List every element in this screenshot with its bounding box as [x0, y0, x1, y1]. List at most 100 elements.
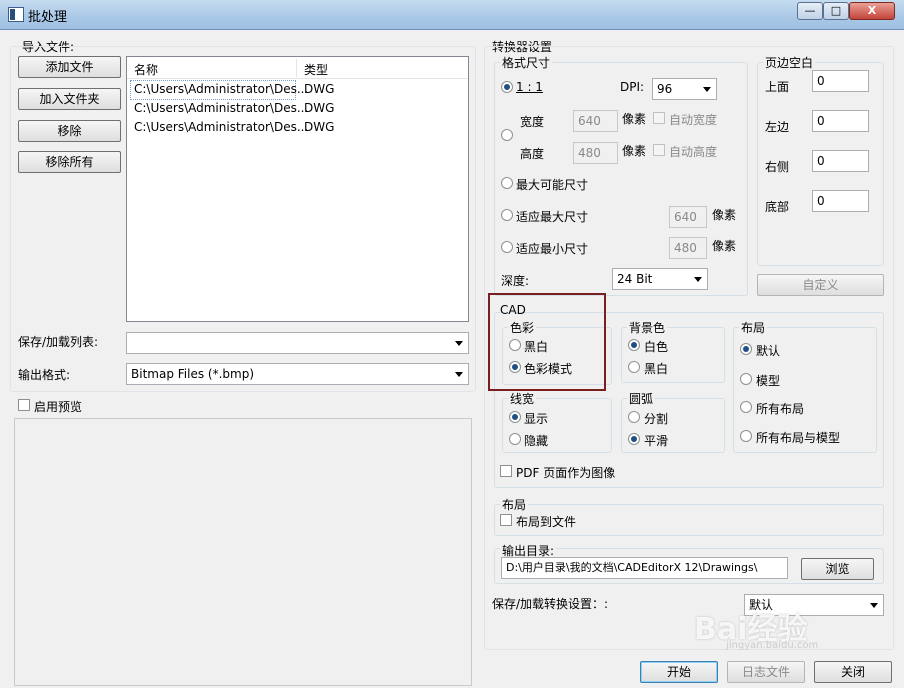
layout-default-label: 默认: [756, 344, 781, 358]
margins-label: 页边空白: [763, 54, 816, 71]
layout-all-model-label: 所有布局与模型: [756, 431, 841, 445]
chevron-down-icon: [703, 87, 711, 92]
ratio-1to1-label: 1 : 1: [516, 80, 543, 94]
start-button[interactable]: 开始: [640, 661, 718, 683]
log-file-button[interactable]: 日志文件: [727, 661, 805, 683]
margin-top-input[interactable]: 0: [812, 70, 869, 92]
remove-all-button[interactable]: 移除所有: [18, 151, 121, 173]
layout-all-label: 所有布局: [756, 402, 805, 416]
output-dir-input[interactable]: D:\用户目录\我的文档\CADEditorX 12\Drawings\: [501, 557, 788, 579]
preview-area: [14, 418, 472, 686]
max-possible-label: 最大可能尺寸: [516, 178, 589, 192]
file-name-3[interactable]: C:\Users\Administrator\Des...: [134, 120, 308, 134]
arc-smooth-label: 平滑: [644, 434, 669, 448]
bg-white-radio[interactable]: [628, 339, 640, 351]
auto-height-checkbox[interactable]: [653, 144, 665, 156]
file-type-3: DWG: [304, 120, 335, 134]
add-file-button[interactable]: 添加文件: [18, 56, 121, 78]
depth-label: 深度:: [501, 274, 530, 288]
layout-model-label: 模型: [756, 374, 781, 388]
close-button[interactable]: 关闭: [814, 661, 892, 683]
column-type[interactable]: 类型: [304, 61, 328, 78]
arc-split-radio[interactable]: [628, 411, 640, 423]
chevron-down-icon: [694, 277, 702, 282]
arc-smooth-radio[interactable]: [628, 433, 640, 445]
dpi-select[interactable]: 96: [652, 78, 717, 100]
max-possible-radio[interactable]: [501, 177, 513, 189]
width-pixel-label: 像素: [622, 112, 647, 126]
depth-select[interactable]: 24 Bit: [612, 268, 708, 290]
enable-preview-checkbox[interactable]: [18, 399, 30, 411]
bg-black-radio[interactable]: [628, 361, 640, 373]
minimize-button[interactable]: —: [797, 2, 823, 20]
file-name-2[interactable]: C:\Users\Administrator\Des...: [134, 101, 308, 115]
width-label: 宽度: [520, 115, 545, 129]
line-hide-label: 隐藏: [524, 434, 549, 448]
file-list[interactable]: 名称 类型 C:\Users\Administrator\Des... DWG …: [126, 56, 469, 322]
line-show-label: 显示: [524, 412, 549, 426]
line-show-radio[interactable]: [509, 411, 521, 423]
browse-button[interactable]: 浏览: [801, 558, 874, 580]
file-name-1[interactable]: C:\Users\Administrator\Des...: [134, 82, 308, 96]
highlight-box: [488, 293, 606, 391]
margin-right-label: 右侧: [765, 160, 790, 174]
layout-model-radio[interactable]: [740, 373, 752, 385]
fit-min-label: 适应最小尺寸: [516, 242, 589, 256]
layout-section-label: 布局: [500, 496, 529, 513]
fit-min-radio[interactable]: [501, 241, 513, 253]
arc-label: 圆弧: [627, 390, 656, 407]
add-folder-button[interactable]: 加入文件夹: [18, 88, 121, 110]
line-hide-radio[interactable]: [509, 433, 521, 445]
height-pixel-label: 像素: [622, 144, 647, 158]
ratio-1to1-radio[interactable]: [501, 81, 513, 93]
height-input[interactable]: 480: [573, 142, 618, 164]
layout-default-radio[interactable]: [740, 343, 752, 355]
save-load-list-label: 保存/加载列表:: [18, 335, 99, 349]
height-label: 高度: [520, 147, 545, 161]
fit-max-pixel-label: 像素: [712, 208, 737, 222]
column-name[interactable]: 名称: [134, 61, 158, 78]
file-list-header: 名称 类型: [127, 57, 468, 79]
auto-height-label: 自动高度: [669, 145, 718, 159]
margin-top-label: 上面: [765, 80, 790, 94]
watermark-url: jingyan.baidu.com: [726, 640, 819, 651]
margin-bottom-label: 底部: [765, 200, 790, 214]
fit-max-label: 适应最大尺寸: [516, 210, 589, 224]
margin-left-label: 左边: [765, 120, 790, 134]
output-format-select[interactable]: Bitmap Files (*.bmp): [126, 363, 469, 385]
layout-all-model-radio[interactable]: [740, 430, 752, 442]
width-input[interactable]: 640: [573, 110, 618, 132]
bg-black-label: 黑白: [644, 362, 669, 376]
line-width-label: 线宽: [508, 390, 537, 407]
margin-bottom-input[interactable]: 0: [812, 190, 869, 212]
enable-preview-label: 启用预览: [34, 400, 83, 414]
margin-right-input[interactable]: 0: [812, 150, 869, 172]
fit-min-pixel-label: 像素: [712, 239, 737, 253]
depth-value: 24 Bit: [617, 272, 653, 286]
save-load-list-select[interactable]: [126, 332, 469, 354]
auto-width-checkbox[interactable]: [653, 112, 665, 124]
auto-width-label: 自动宽度: [669, 113, 718, 127]
layout-to-file-label: 布局到文件: [516, 515, 577, 529]
output-format-label: 输出格式:: [18, 368, 71, 382]
fit-max-radio[interactable]: [501, 209, 513, 221]
layout-label: 布局: [739, 319, 768, 336]
chevron-down-icon: [455, 372, 463, 377]
pdf-as-image-checkbox[interactable]: [500, 465, 512, 477]
fit-max-input[interactable]: 640: [669, 206, 707, 228]
window-title: 批处理: [28, 10, 68, 25]
close-window-button[interactable]: X: [849, 2, 895, 20]
fit-min-input[interactable]: 480: [669, 237, 707, 259]
custom-size-radio[interactable]: [501, 129, 513, 141]
file-type-2: DWG: [304, 101, 335, 115]
chevron-down-icon: [455, 341, 463, 346]
batch-window: 批处理 — □ X 导入文件: 添加文件 加入文件夹 移除 移除所有 名称 类型…: [0, 0, 904, 688]
layout-all-radio[interactable]: [740, 401, 752, 413]
custom-button[interactable]: 自定义: [757, 274, 884, 296]
margin-left-input[interactable]: 0: [812, 110, 869, 132]
maximize-button[interactable]: □: [823, 2, 849, 20]
layout-to-file-checkbox[interactable]: [500, 514, 512, 526]
chevron-down-icon: [870, 603, 878, 608]
title-bar: 批处理 — □ X: [0, 0, 904, 30]
remove-button[interactable]: 移除: [18, 120, 121, 142]
